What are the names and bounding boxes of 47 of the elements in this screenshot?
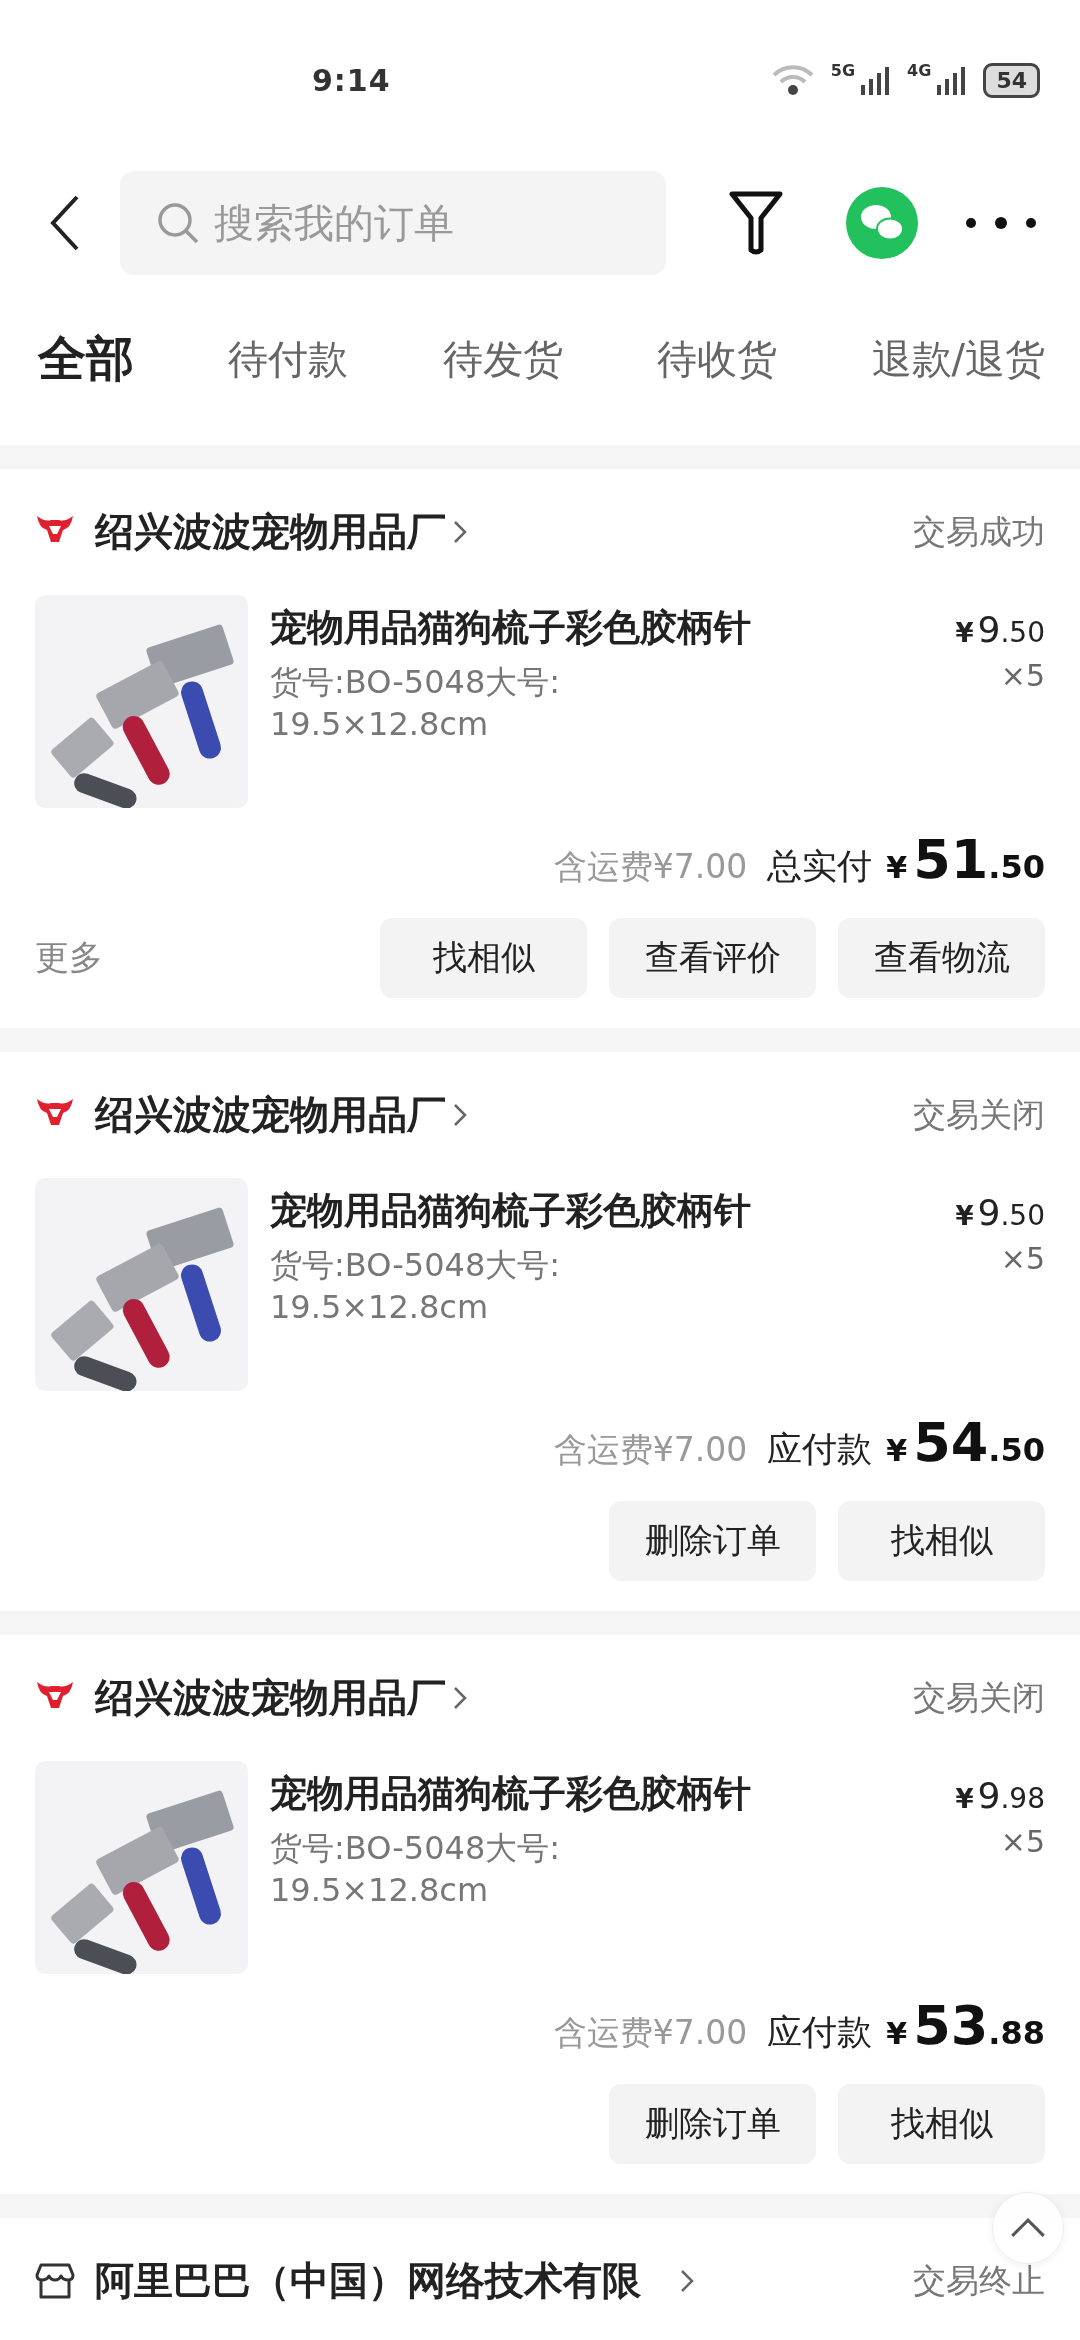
unit-price: ¥9.50 <box>955 609 1045 650</box>
action-button[interactable]: 找相似 <box>380 918 587 998</box>
product-title[interactable]: 宠物用品猫狗梳子彩色胶柄针 <box>270 1769 956 1819</box>
order-status: 交易成功 <box>913 510 1045 553</box>
search-field[interactable]: 搜索我的订单 <box>120 170 666 275</box>
quantity: ×5 <box>1000 1241 1045 1276</box>
store-name[interactable]: 绍兴波波宠物用品厂 <box>95 1088 446 1142</box>
product-title[interactable]: 宠物用品猫狗梳子彩色胶柄针 <box>270 1186 956 1236</box>
clock-time: 9:14 <box>312 62 391 98</box>
quantity: ×5 <box>1000 658 1045 693</box>
action-button[interactable]: 查看评价 <box>609 918 816 998</box>
network-label: 4G <box>907 60 932 80</box>
total-label: 总实付 <box>767 845 873 888</box>
shipping-fee: 含运费¥7.00 <box>553 2012 748 2054</box>
shipping-fee: 含运费¥7.00 <box>553 846 748 888</box>
action-button[interactable]: 找相似 <box>838 1501 1045 1581</box>
more-link[interactable]: 更多 <box>35 935 103 981</box>
unit-price: ¥9.50 <box>955 1192 1045 1233</box>
network-label: 5G <box>830 60 856 80</box>
tab[interactable]: 退款/退货 <box>871 331 1045 387</box>
store-name[interactable]: 绍兴波波宠物用品厂 <box>95 505 446 559</box>
quantity: ×5 <box>1000 1824 1045 1859</box>
product-spec: 货号:BO-5048大号: 19.5×12.8cm <box>270 1828 561 1911</box>
tab[interactable]: 全部 <box>38 327 134 391</box>
shipping-fee: 含运费¥7.00 <box>553 1429 748 1471</box>
total-label: 应付款 <box>767 1428 873 1471</box>
unit-price: ¥9.98 <box>955 1775 1045 1816</box>
total-label: 应付款 <box>767 2011 873 2054</box>
order-status: 交易关闭 <box>913 1676 1045 1719</box>
battery-level: 54 <box>983 62 1040 98</box>
store-name[interactable]: 阿里巴巴（中国）网络技术有限 <box>95 2254 641 2308</box>
total-amount: ¥54.50 <box>886 1411 1045 1474</box>
product-spec: 货号:BO-5048大号: 19.5×12.8cm <box>270 662 561 745</box>
action-button[interactable]: 找相似 <box>838 2084 1045 2164</box>
tab[interactable]: 待发货 <box>442 331 563 387</box>
action-button[interactable]: 删除订单 <box>609 1501 816 1581</box>
action-button[interactable]: 查看物流 <box>838 918 1045 998</box>
total-amount: ¥51.50 <box>886 828 1045 891</box>
action-button[interactable]: 删除订单 <box>609 2084 816 2164</box>
order-status: 交易终止 <box>913 2259 1045 2302</box>
order-status: 交易关闭 <box>913 1093 1045 1136</box>
total-amount: ¥53.88 <box>886 1994 1045 2057</box>
product-title[interactable]: 宠物用品猫狗梳子彩色胶柄针 <box>270 603 956 653</box>
product-spec: 货号:BO-5048大号: 19.5×12.8cm <box>270 1245 561 1328</box>
store-name[interactable]: 绍兴波波宠物用品厂 <box>95 1671 446 1725</box>
tab[interactable]: 待收货 <box>657 331 778 387</box>
tab[interactable]: 待付款 <box>228 331 349 387</box>
